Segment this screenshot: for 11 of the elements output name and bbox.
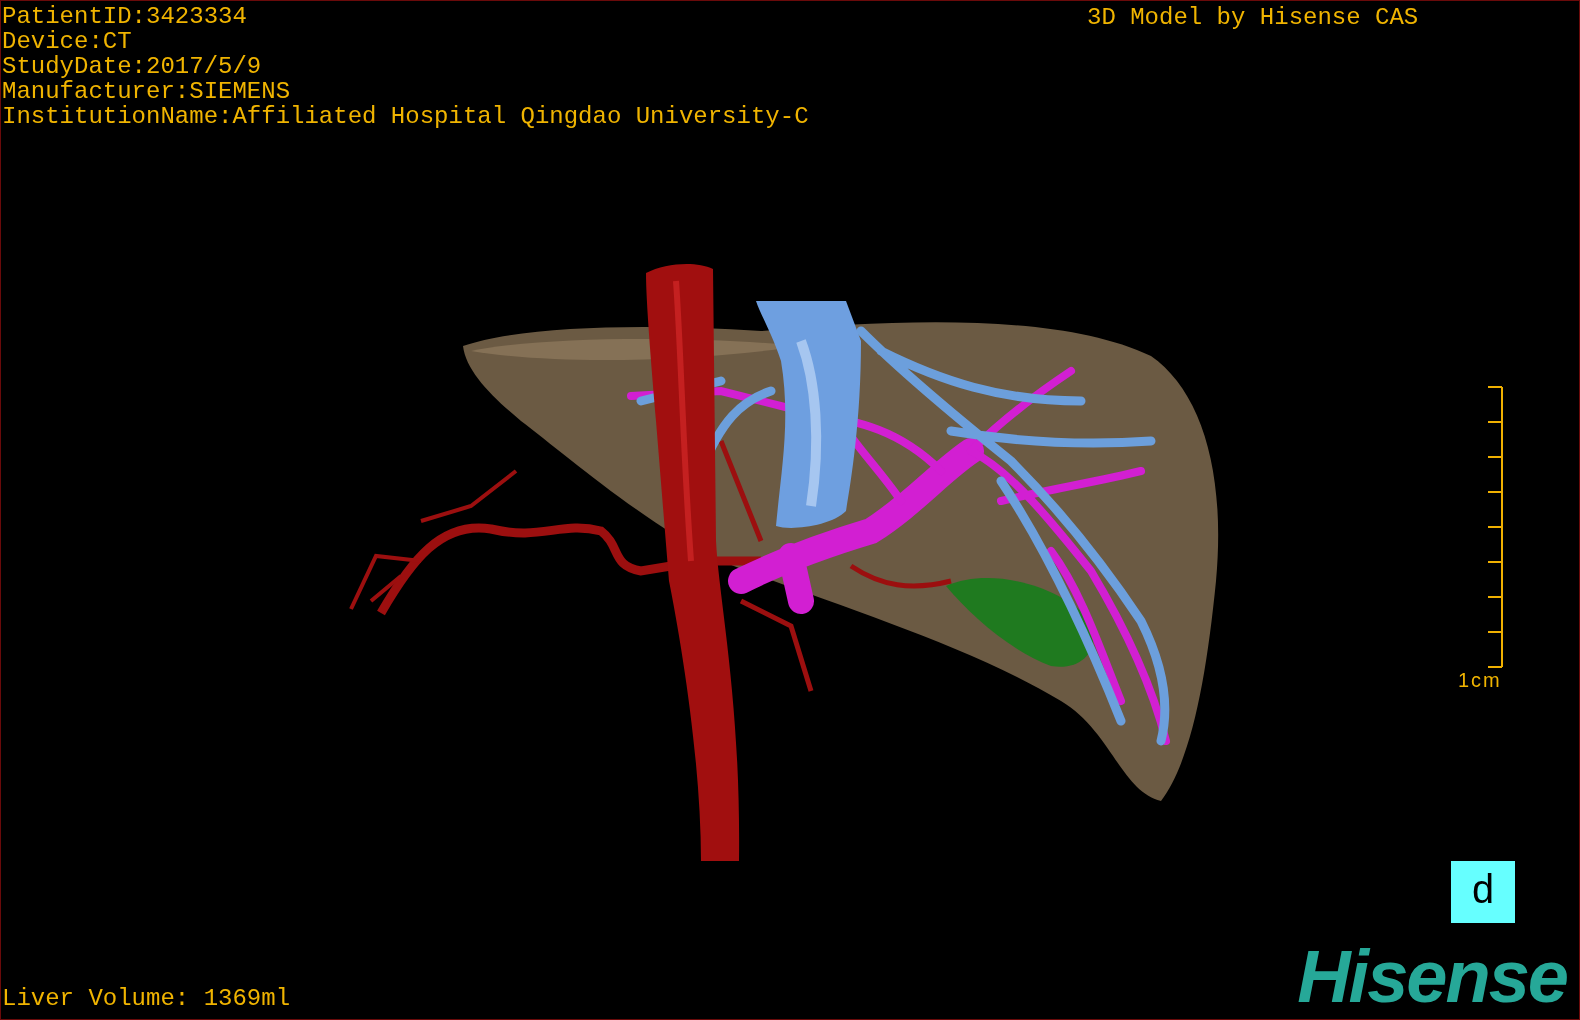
- scale-bar-icon: [1488, 386, 1503, 668]
- study-info-line: Device:CT: [2, 29, 132, 54]
- study-info-line: PatientID:3423334: [2, 4, 247, 29]
- scale-label: 1cm: [1458, 669, 1502, 692]
- study-info-line: Manufacturer:SIEMENS: [2, 79, 291, 104]
- study-info-line: InstitutionName:Affiliated Hospital Qingdao University-C: [2, 104, 809, 129]
- study-info-line: StudyDate:2017/5/9: [2, 54, 262, 79]
- brand-logo: Hisense: [1297, 941, 1568, 1013]
- view-button[interactable]: d: [1451, 861, 1515, 923]
- model-title: 3D Model by Hisense CAS: [1087, 5, 1419, 30]
- liver-volume: Liver Volume: 1369ml: [2, 986, 291, 1011]
